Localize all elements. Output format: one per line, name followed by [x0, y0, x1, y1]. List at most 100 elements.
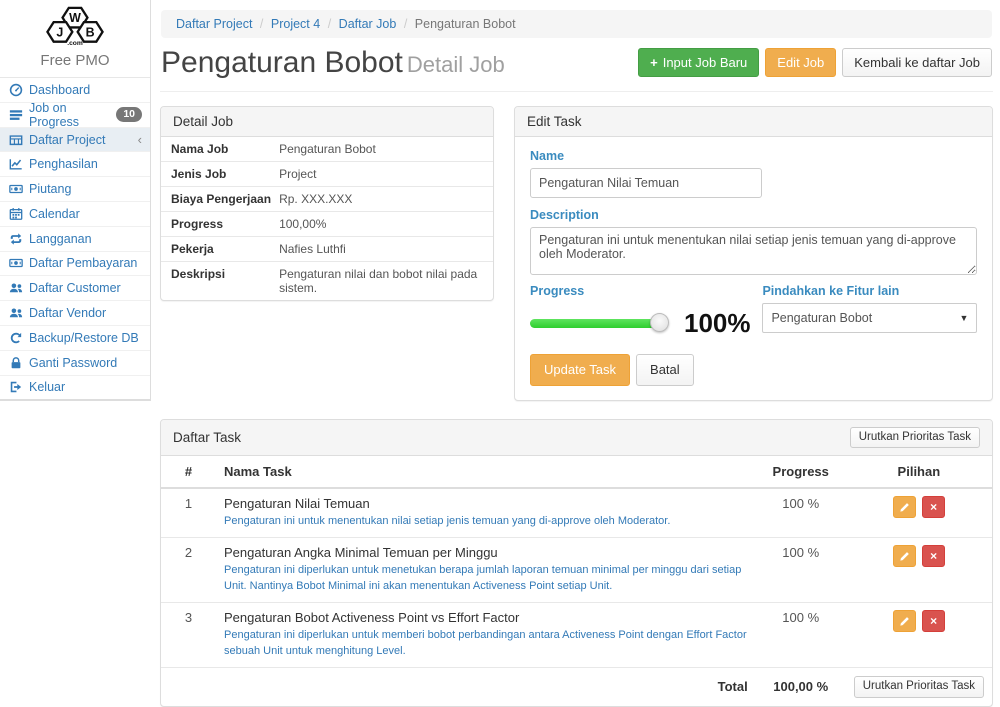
breadcrumb-separator: /	[404, 17, 407, 31]
breadcrumb-link-project-4[interactable]: Project 4	[271, 17, 320, 31]
brand-logo-block: W J B .com Free PMO	[0, 0, 150, 78]
sidebar-item-daftar-vendor[interactable]: Daftar Vendor	[0, 301, 150, 326]
sidebar-item-piutang[interactable]: Piutang	[0, 177, 150, 202]
sidebar-item-dashboard[interactable]: Dashboard	[0, 78, 150, 103]
delete-task-button[interactable]: ×	[922, 496, 945, 518]
job-count-badge: 10	[116, 107, 142, 122]
edit-task-button[interactable]	[893, 496, 916, 518]
column-header-actions: Pilihan	[846, 456, 992, 488]
update-task-button[interactable]: Update Task	[530, 354, 630, 386]
svg-text:J: J	[56, 25, 63, 39]
detail-job-table: Nama Job Pengaturan Bobot Jenis Job Proj…	[161, 137, 493, 300]
column-header-name: Nama Task	[216, 456, 756, 488]
sidebar-item-langganan[interactable]: Langganan	[0, 227, 150, 252]
detail-job-panel: Detail Job Nama Job Pengaturan Bobot Jen…	[160, 106, 494, 301]
sidebar-item-daftar-customer[interactable]: Daftar Customer	[0, 276, 150, 301]
sidebar-item-label: Backup/Restore DB	[29, 331, 139, 345]
task-row: 3 Pengaturan Bobot Activeness Point vs E…	[161, 603, 992, 668]
sidebar-item-label: Daftar Vendor	[29, 306, 106, 320]
svg-text:.com: .com	[67, 40, 83, 47]
sidebar-item-label: Daftar Pembayaran	[29, 256, 137, 270]
task-progress: 100 %	[756, 488, 846, 537]
description-label: Description	[530, 208, 977, 222]
page-title: Pengaturan BobotDetail Job	[161, 46, 505, 79]
brand-name: Free PMO	[4, 52, 146, 69]
task-progress: 100 %	[756, 538, 846, 603]
sidebar-item-label: Job on Progress	[29, 101, 104, 129]
batal-button[interactable]: Batal	[636, 354, 694, 386]
edit-task-panel: Edit Task Name Description Pengaturan in…	[514, 106, 993, 401]
edit-task-panel-title: Edit Task	[515, 107, 992, 137]
move-to-feature-select[interactable]: Pengaturan Bobot ▼	[762, 303, 977, 333]
sidebar-item-daftar-pembayaran[interactable]: Daftar Pembayaran	[0, 252, 150, 277]
progress-slider[interactable]	[530, 319, 660, 328]
breadcrumb-link-daftar-project[interactable]: Daftar Project	[176, 17, 252, 31]
sidebar-item-backup-restore[interactable]: Backup/Restore DB	[0, 326, 150, 351]
sidebar-item-daftar-project[interactable]: Daftar Project ‹	[0, 128, 150, 153]
plus-icon: +	[650, 55, 658, 71]
app-window: W J B .com Free PMO Dashboard Job on Pro…	[0, 0, 1000, 578]
sidebar-item-keluar[interactable]: Keluar	[0, 376, 150, 401]
users-icon	[8, 281, 23, 295]
kembali-ke-daftar-job-button[interactable]: Kembali ke daftar Job	[842, 48, 992, 78]
line-chart-icon	[8, 157, 23, 171]
urutkan-prioritas-task-button-top[interactable]: Urutkan Prioritas Task	[850, 427, 980, 449]
task-table: # Nama Task Progress Pilihan 1 Pengatura…	[161, 456, 992, 705]
progress-percent-value: 100%	[684, 310, 751, 336]
breadcrumb-link-daftar-job[interactable]: Daftar Job	[339, 17, 397, 31]
close-icon: ×	[930, 614, 937, 628]
pencil-icon	[899, 551, 910, 562]
users-icon	[8, 306, 23, 320]
chevron-left-icon: ‹	[138, 133, 142, 146]
daftar-task-panel: Daftar Task Urutkan Prioritas Task # Nam…	[160, 419, 993, 707]
delete-task-button[interactable]: ×	[922, 610, 945, 632]
sidebar-item-calendar[interactable]: Calendar	[0, 202, 150, 227]
delete-task-button[interactable]: ×	[922, 545, 945, 567]
table-row: Biaya Pengerjaan Rp. XXX.XXX	[161, 187, 493, 212]
svg-text:B: B	[86, 25, 95, 39]
table-row: Jenis Job Project	[161, 162, 493, 187]
pencil-icon	[899, 502, 910, 513]
sidebar: W J B .com Free PMO Dashboard Job on Pro…	[0, 0, 151, 578]
main-content: Daftar Project / Project 4 / Daftar Job …	[151, 0, 1000, 578]
task-table-footer-row: Total 100,00 % Urutkan Prioritas Task	[161, 668, 992, 706]
caret-down-icon: ▼	[960, 313, 969, 323]
breadcrumb: Daftar Project / Project 4 / Daftar Job …	[161, 10, 992, 38]
sidebar-item-label: Keluar	[29, 380, 65, 394]
sidebar-item-penghasilan[interactable]: Penghasilan	[0, 152, 150, 177]
tasks-icon	[8, 108, 23, 122]
edit-job-button[interactable]: Edit Job	[765, 48, 836, 78]
sidebar-item-label: Penghasilan	[29, 157, 98, 171]
sidebar-item-label: Daftar Customer	[29, 281, 121, 295]
urutkan-prioritas-task-button-bottom[interactable]: Urutkan Prioritas Task	[854, 676, 984, 698]
task-name: Pengaturan Angka Minimal Temuan per Ming…	[224, 545, 748, 560]
money-icon	[8, 182, 23, 196]
sign-out-icon	[8, 380, 23, 394]
page-subtitle: Detail Job	[407, 52, 505, 77]
jwb-logo-icon: W J B .com	[35, 6, 115, 48]
move-to-feature-label: Pindahkan ke Fitur lain	[762, 284, 977, 298]
select-value: Pengaturan Bobot	[771, 311, 872, 325]
task-description: Pengaturan ini diperlukan untuk menetuka…	[224, 563, 748, 595]
total-label: Total	[161, 668, 756, 706]
lock-icon	[8, 356, 23, 370]
task-name-input[interactable]	[530, 168, 762, 198]
progress-slider-fill	[530, 319, 660, 328]
task-description-textarea[interactable]: Pengaturan ini untuk menentukan nilai se…	[530, 227, 977, 275]
sidebar-item-job-on-progress[interactable]: Job on Progress 10	[0, 103, 150, 128]
progress-slider-handle[interactable]	[650, 313, 669, 332]
sidebar-item-ganti-password[interactable]: Ganti Password	[0, 351, 150, 376]
sidebar-item-label: Ganti Password	[29, 356, 117, 370]
column-header-num: #	[161, 456, 216, 488]
task-description: Pengaturan ini diperlukan untuk memberi …	[224, 628, 748, 660]
svg-text:W: W	[69, 11, 81, 25]
total-value: 100,00 %	[756, 668, 846, 706]
dashboard-icon	[8, 83, 23, 97]
breadcrumb-current: Pengaturan Bobot	[415, 17, 516, 31]
table-row: Deskripsi Pengaturan nilai dan bobot nil…	[161, 262, 493, 301]
input-job-baru-button[interactable]: + Input Job Baru	[638, 48, 759, 78]
name-label: Name	[530, 149, 977, 163]
task-name: Pengaturan Nilai Temuan	[224, 496, 748, 511]
edit-task-button[interactable]	[893, 610, 916, 632]
edit-task-button[interactable]	[893, 545, 916, 567]
